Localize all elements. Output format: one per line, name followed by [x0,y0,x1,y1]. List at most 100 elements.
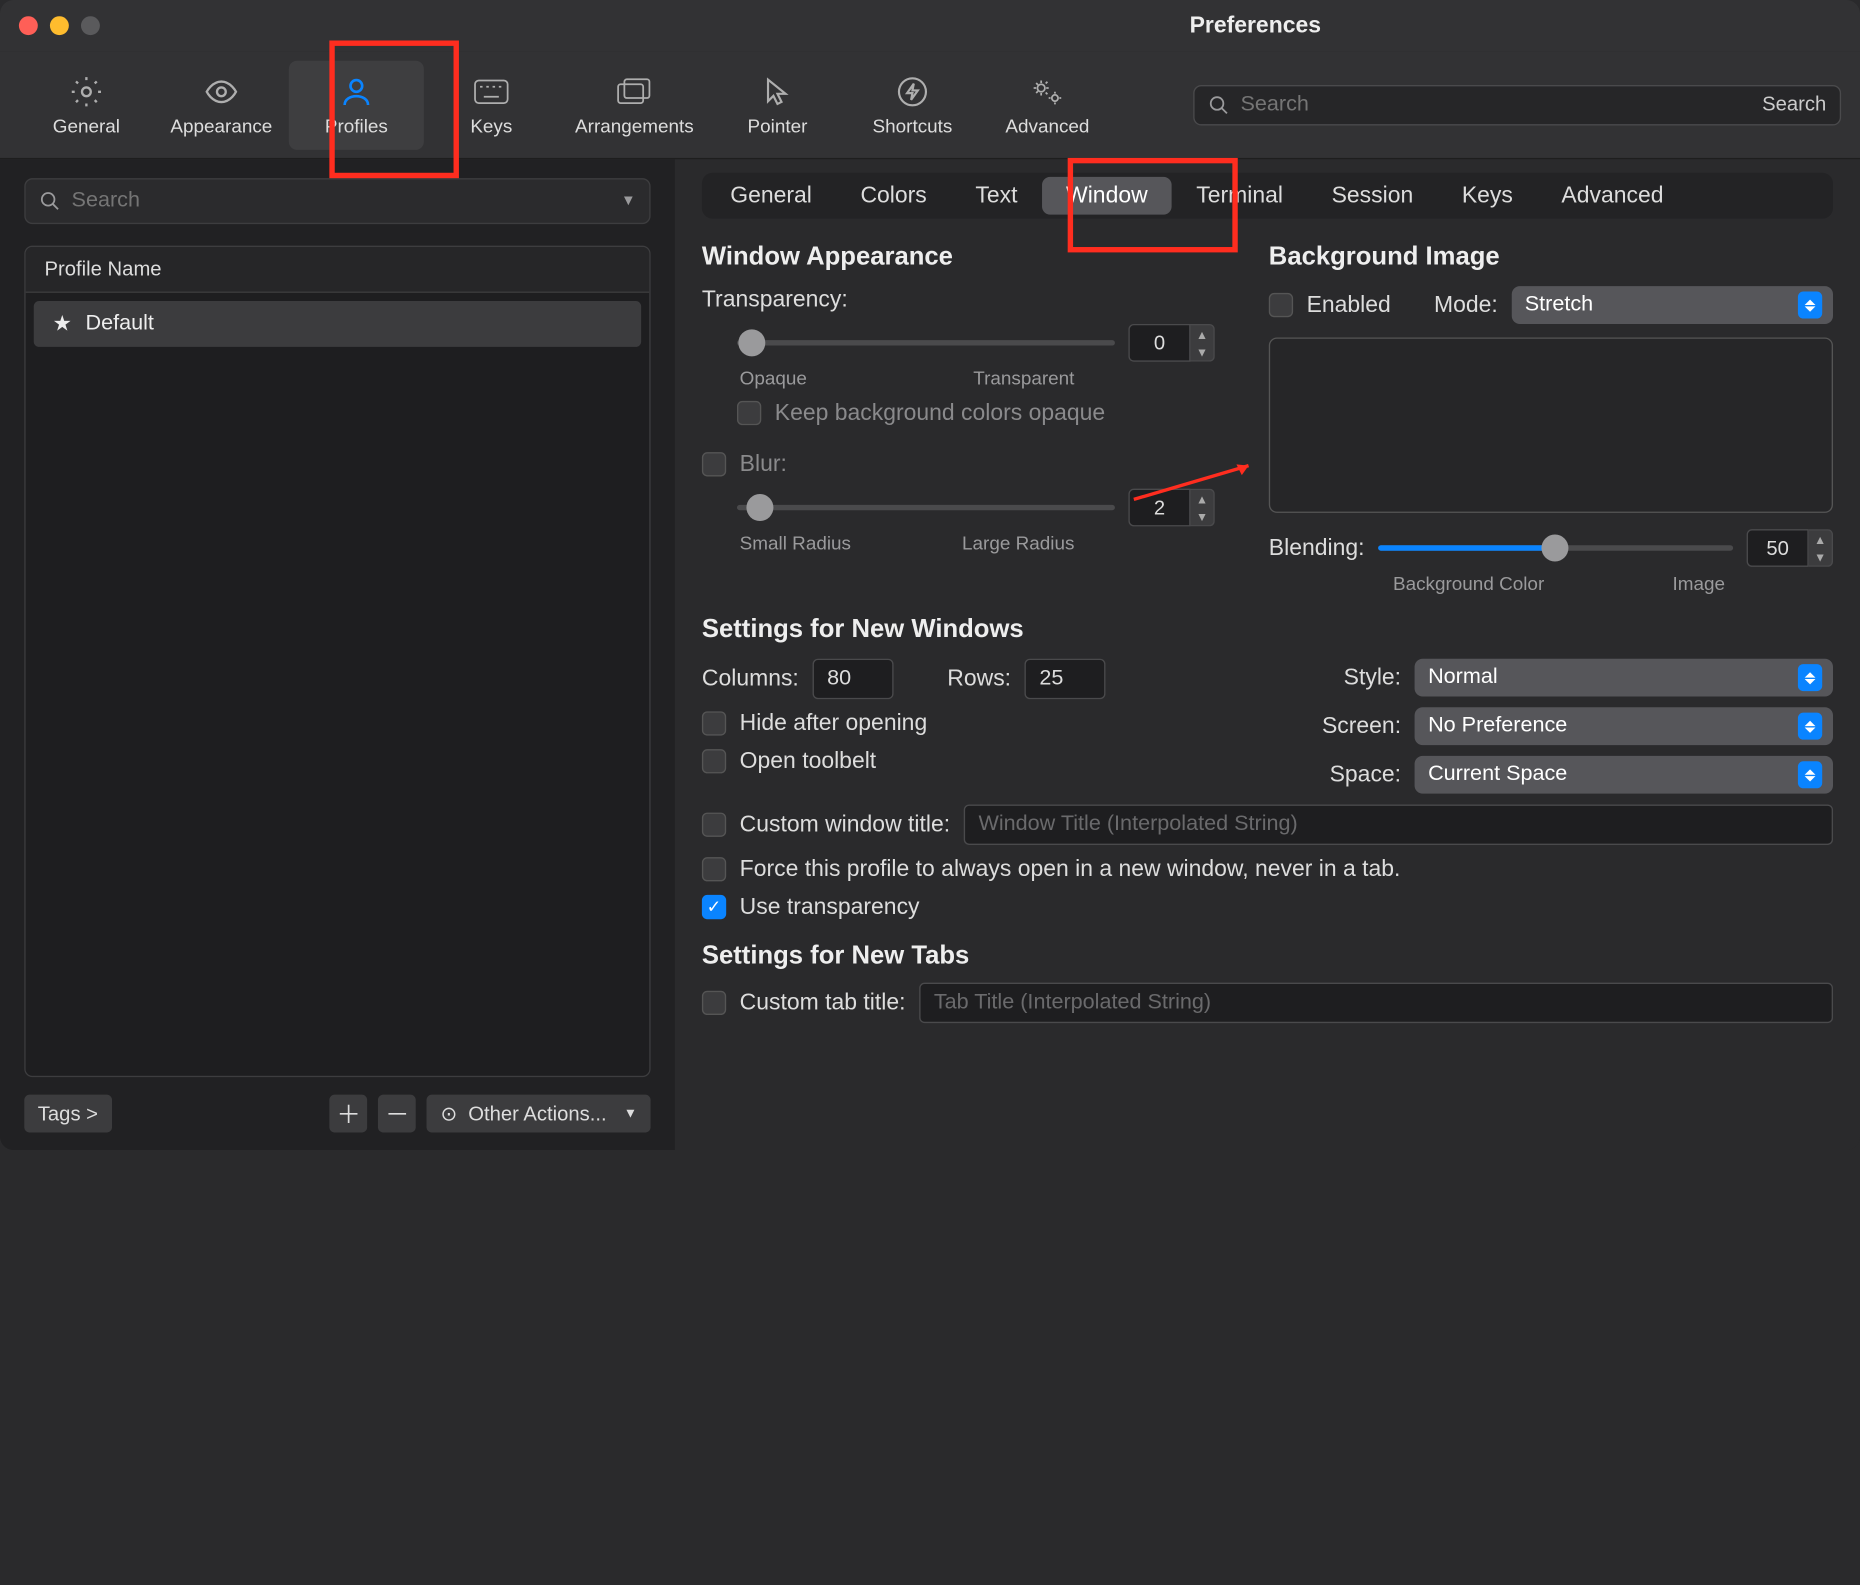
screen-select[interactable]: No Preference [1415,707,1833,745]
toolbar-item-pointer[interactable]: Pointer [710,60,845,149]
columns-label: Columns: [702,665,799,692]
hide-after-opening-checkbox[interactable] [702,711,726,735]
rows-input[interactable] [1025,659,1106,699]
custom-window-title-input[interactable] [964,804,1833,844]
ellipsis-icon: ⊙ [440,1101,457,1125]
zoom-window-button[interactable] [81,16,100,35]
profile-row[interactable]: ★ Default [34,301,641,347]
person-icon [339,74,374,109]
tab-text[interactable]: Text [951,177,1042,215]
tab-advanced[interactable]: Advanced [1537,177,1688,215]
blending-slider[interactable] [1378,535,1733,562]
other-actions-label: Other Actions... [468,1102,606,1125]
stepper-down[interactable]: ▼ [1809,548,1832,566]
select-chevron-icon [1798,761,1822,788]
space-select[interactable]: Current Space [1415,756,1833,794]
transparency-value-input[interactable] [1128,324,1190,362]
toolbar-label: Appearance [170,114,272,136]
blur-stepper[interactable]: ▲▼ [1128,489,1214,527]
columns-input[interactable] [812,659,893,699]
search-icon [1208,94,1230,116]
tab-session[interactable]: Session [1307,177,1437,215]
blur-checkbox[interactable] [702,452,726,476]
profile-table-header[interactable]: Profile Name [26,247,650,293]
stepper-up[interactable]: ▲ [1191,490,1214,508]
toolbar-search-label: Search [1762,93,1826,116]
custom-window-title-label: Custom window title: [740,811,950,838]
toolbar-item-appearance[interactable]: Appearance [154,60,289,149]
hide-after-opening-label: Hide after opening [740,710,928,737]
custom-tab-title-checkbox[interactable] [702,991,726,1015]
toolbar-label: General [53,114,120,136]
use-transparency-checkbox[interactable]: ✓ [702,895,726,919]
screen-value: No Preference [1428,714,1567,738]
toolbar-item-shortcuts[interactable]: Shortcuts [845,60,980,149]
toolbar-search-input[interactable] [1240,92,1716,116]
bg-enabled-checkbox[interactable] [1269,293,1293,317]
toolbar-search[interactable]: Search [1193,84,1841,124]
custom-tab-title-input[interactable] [919,983,1833,1023]
chevron-down-icon[interactable]: ▼ [621,193,636,209]
tab-general[interactable]: General [706,177,836,215]
search-icon [39,190,61,212]
bg-image-well[interactable] [1269,337,1833,512]
open-toolbelt-label: Open toolbelt [740,748,877,775]
eye-icon [204,74,239,109]
gears-icon [1030,74,1065,109]
force-new-window-checkbox[interactable] [702,857,726,881]
toolbar-item-profiles[interactable]: Profiles [289,60,424,149]
other-actions-button[interactable]: ⊙ Other Actions... ▼ [427,1095,651,1133]
blur-slider[interactable] [737,494,1115,521]
profile-name: Default [86,312,154,336]
minimize-window-button[interactable] [50,16,69,35]
tab-keys[interactable]: Keys [1438,177,1538,215]
tags-button[interactable]: Tags > [24,1095,111,1133]
toolbar-item-general[interactable]: General [19,60,154,149]
keep-bg-opaque-checkbox[interactable] [737,401,761,425]
stepper-down[interactable]: ▼ [1191,343,1214,361]
stepper-up[interactable]: ▲ [1809,530,1832,548]
style-value: Normal [1428,665,1498,689]
toolbar-label: Advanced [1005,114,1089,136]
toolbar-item-advanced[interactable]: Advanced [980,60,1115,149]
profile-content: General Colors Text Window Terminal Sess… [675,159,1860,1150]
remove-profile-button[interactable]: － [378,1095,416,1133]
blending-min-label: Background Color [1393,572,1544,594]
toolbar-label: Shortcuts [873,114,953,136]
style-select[interactable]: Normal [1415,659,1833,697]
preferences-toolbar: General Appearance Profiles Keys Arrange… [0,51,1860,159]
profile-search[interactable]: ▼ [24,178,650,224]
stepper-up[interactable]: ▲ [1191,325,1214,343]
star-icon: ★ [53,310,72,337]
select-chevron-icon [1798,292,1822,319]
blending-value-input[interactable] [1747,529,1809,567]
custom-window-title-checkbox[interactable] [702,813,726,837]
blur-value-input[interactable] [1128,489,1190,527]
section-new-windows: Settings for New Windows [702,616,1833,646]
tab-colors[interactable]: Colors [836,177,951,215]
window-controls [19,16,100,35]
keyboard-icon [474,74,509,109]
space-label: Space: [1330,761,1401,788]
toolbar-item-keys[interactable]: Keys [424,60,559,149]
close-window-button[interactable] [19,16,38,35]
transparency-stepper[interactable]: ▲▼ [1128,324,1214,362]
add-profile-button[interactable]: ＋ [330,1095,368,1133]
force-new-window-label: Force this profile to always open in a n… [740,856,1401,883]
stepper-down[interactable]: ▼ [1191,508,1214,526]
toolbar-item-arrangements[interactable]: Arrangements [559,60,710,149]
keep-bg-opaque-label: Keep background colors opaque [775,400,1105,427]
custom-tab-title-label: Custom tab title: [740,989,906,1016]
bg-mode-select[interactable]: Stretch [1511,286,1833,324]
blending-stepper[interactable]: ▲▼ [1747,529,1833,567]
toolbar-label: Keys [470,114,512,136]
bg-enabled-label: Enabled [1307,292,1391,319]
transparency-max-label: Transparent [973,367,1074,389]
tab-window[interactable]: Window [1042,177,1172,215]
profile-search-input[interactable] [72,189,611,213]
tab-terminal[interactable]: Terminal [1172,177,1307,215]
transparency-slider[interactable] [737,329,1115,356]
bolt-circle-icon [895,74,930,109]
blur-min-label: Small Radius [740,532,851,554]
open-toolbelt-checkbox[interactable] [702,749,726,773]
